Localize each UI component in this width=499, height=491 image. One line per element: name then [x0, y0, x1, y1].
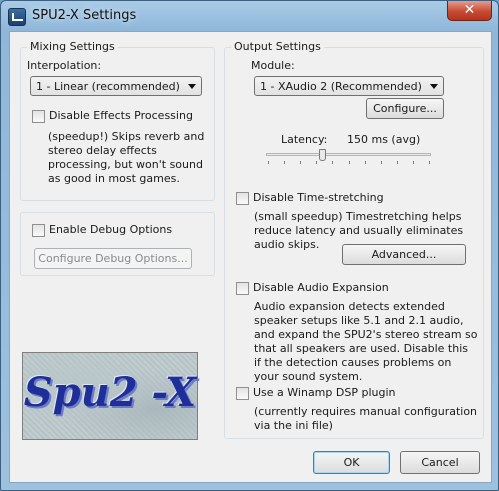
audio-expansion-description: Audio expansion detects extended speaker… [254, 300, 478, 383]
checkbox-box[interactable] [32, 224, 45, 237]
output-settings-title: Output Settings [231, 40, 324, 53]
slider-tick [396, 161, 398, 164]
checkbox-box[interactable] [236, 282, 249, 295]
cancel-button[interactable]: Cancel [400, 451, 480, 474]
slider-tick [429, 161, 430, 164]
module-select[interactable]: 1 - XAudio 2 (Recommended) [254, 76, 444, 96]
slider-tick [364, 161, 366, 164]
slider-tick [412, 161, 414, 164]
winamp-dsp-description: (currently requires manual configuration… [254, 405, 478, 432]
slider-tick [300, 161, 302, 164]
configure-output-button[interactable]: Configure... [366, 98, 444, 119]
interpolation-label: Interpolation: [27, 59, 102, 72]
dialog-body: Mixing Settings Interpolation: 1 - Linea… [9, 31, 492, 483]
winamp-dsp-checkbox[interactable]: Use a Winamp DSP plugin [236, 386, 436, 401]
disable-time-stretch-label: Disable Time-stretching [253, 191, 384, 204]
interpolation-value: 1 - Linear (recommended) [36, 80, 180, 93]
slider-tick [348, 161, 350, 164]
module-value: 1 - XAudio 2 (Recommended) [260, 80, 422, 93]
advanced-button[interactable]: Advanced... [342, 244, 466, 265]
disable-time-stretch-checkbox[interactable]: Disable Time-stretching [236, 191, 436, 206]
slider-tick [284, 161, 286, 164]
title-bar[interactable]: SPU2-X Settings ✕ [1, 1, 498, 31]
chevron-down-icon [430, 84, 438, 89]
latency-slider-thumb[interactable] [319, 149, 327, 161]
checkbox-box[interactable] [32, 110, 45, 123]
disable-effects-description: (speedup!) Skips reverb and stereo delay… [48, 130, 205, 185]
enable-debug-checkbox[interactable]: Enable Debug Options [32, 223, 202, 238]
disable-audio-expansion-label: Disable Audio Expansion [253, 281, 389, 294]
latency-slider-track[interactable] [266, 153, 431, 156]
checkbox-box[interactable] [236, 192, 249, 205]
interpolation-select[interactable]: 1 - Linear (recommended) [30, 76, 202, 96]
enable-debug-label: Enable Debug Options [49, 223, 173, 236]
settings-window: SPU2-X Settings ✕ Mixing Settings Interp… [0, 0, 499, 491]
disable-effects-checkbox[interactable]: Disable Effects Processing [32, 109, 207, 124]
latency-value: 150 ms (avg) [347, 133, 421, 146]
disable-audio-expansion-checkbox[interactable]: Disable Audio Expansion [236, 281, 436, 296]
winamp-dsp-label: Use a Winamp DSP plugin [253, 386, 396, 399]
app-icon [8, 8, 26, 26]
close-button[interactable]: ✕ [447, 1, 492, 21]
chevron-down-icon [188, 84, 196, 89]
latency-label: Latency: [281, 133, 328, 146]
spu2x-logo: Spu2 -X [22, 352, 198, 440]
ok-button[interactable]: OK [313, 451, 390, 474]
configure-debug-button[interactable]: Configure Debug Options... [34, 248, 192, 269]
logo-text: Spu2 -X [23, 369, 197, 416]
checkbox-box[interactable] [236, 387, 249, 400]
module-label: Module: [251, 59, 295, 72]
slider-tick [332, 161, 334, 164]
slider-tick [380, 161, 382, 164]
slider-tick [268, 161, 269, 164]
disable-effects-label: Disable Effects Processing [49, 109, 193, 122]
window-title: SPU2-X Settings [32, 8, 137, 23]
mixing-settings-title: Mixing Settings [27, 40, 118, 53]
slider-tick [316, 161, 318, 164]
